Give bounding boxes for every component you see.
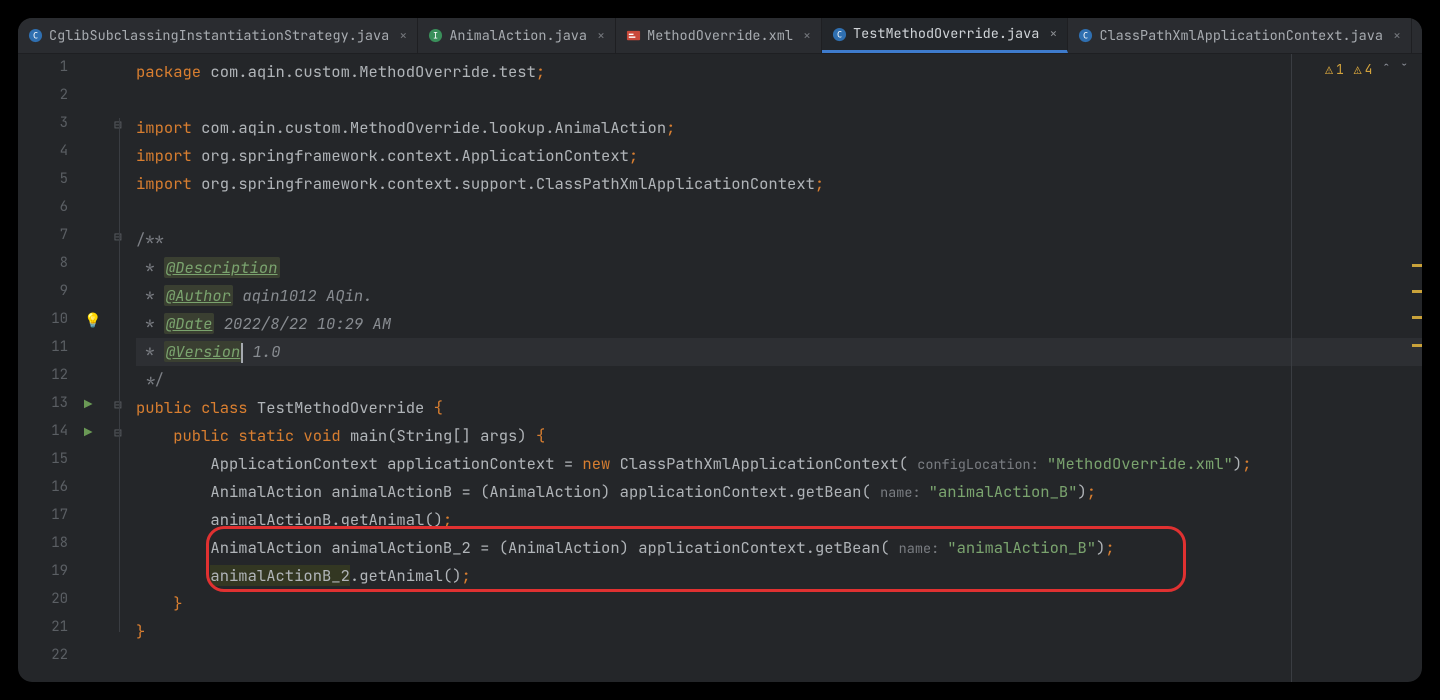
fold-handle-icon[interactable]: ⊟ [114,228,122,245]
line-number: 2 [18,86,68,114]
code-line: ApplicationContext applicationContext = … [136,450,1422,478]
line-number: 22 [18,646,68,674]
close-icon[interactable]: × [1393,27,1401,45]
prev-highlight-icon[interactable]: ˆ [1382,56,1390,84]
warning-marker[interactable] [1412,344,1422,347]
gutter-icon-column: 💡 ▶ ▶ [78,54,108,682]
code-line: animalActionB.getAnimal(); [136,506,1422,534]
tab-label: AnimalAction.java [449,27,587,45]
inspection-summary[interactable]: ⚠1 ⚠4 ˆ ˇ [1325,56,1408,84]
tab-bar: C CglibSubclassingInstantiationStrategy.… [18,18,1422,54]
fold-handle-icon[interactable]: ⊟ [114,116,122,133]
code-line: * @Date 2022/8/22 10:29 AM [136,310,1422,338]
run-icon[interactable]: ▶ [84,396,92,414]
xml-icon [626,28,641,43]
line-number: 14 [18,422,68,450]
next-highlight-icon[interactable]: ˇ [1400,56,1408,84]
interface-icon: I [428,28,443,43]
code-line: package com.aqin.custom.MethodOverride.t… [136,58,1422,86]
line-number: 7 [18,226,68,254]
tab-abstractb[interactable]: I AbstractB [1412,18,1422,53]
line-number: 5 [18,170,68,198]
code-line: * @Version 1.0 [136,338,1422,366]
line-number: 18 [18,534,68,562]
tab-cglib[interactable]: C CglibSubclassingInstantiationStrategy.… [18,18,418,53]
line-number: 13 [18,394,68,422]
line-number: 16 [18,478,68,506]
code-line: } [136,618,1422,646]
code-line: /** [136,226,1422,254]
class-icon: C [1078,28,1093,43]
tab-classpathxml[interactable]: C ClassPathXmlApplicationContext.java × [1068,18,1412,53]
warning-marker[interactable] [1412,290,1422,293]
code-area[interactable]: ⚠1 ⚠4 ˆ ˇ package com.aqin.custom.Method… [136,54,1422,682]
code-line: import org.springframework.context.suppo… [136,170,1422,198]
fold-column: ⊟ ⊟ ⊟ ⊟ [108,54,136,682]
svg-text:C: C [837,29,842,39]
warning-badge: ⚠1 [1325,56,1344,84]
fold-guide [119,118,120,632]
svg-text:I: I [433,30,438,40]
close-icon[interactable]: × [399,27,407,45]
line-number: 15 [18,450,68,478]
code-line: animalActionB_2.getAnimal(); [136,562,1422,590]
class-icon: C [28,28,43,43]
code-line: AnimalAction animalActionB = (AnimalActi… [136,478,1422,506]
close-icon[interactable]: × [1049,25,1057,43]
line-number: 3 [18,114,68,142]
warning-count: 4 [1365,56,1373,84]
warning-icon: ⚠ [1325,56,1333,84]
bulb-icon[interactable]: 💡 [84,312,101,330]
class-icon: C [832,27,847,42]
close-icon[interactable]: × [803,27,811,45]
code-line: * @Description [136,254,1422,282]
code-line [136,86,1422,114]
tab-testmethodoverride[interactable]: C TestMethodOverride.java × [822,18,1068,53]
line-number: 1 [18,58,68,86]
code-line: import org.springframework.context.Appli… [136,142,1422,170]
line-number: 12 [18,366,68,394]
line-number: 17 [18,506,68,534]
ide-window: C CglibSubclassingInstantiationStrategy.… [18,18,1422,682]
warning-badge: ⚠4 [1354,56,1373,84]
line-number: 8 [18,254,68,282]
warning-icon: ⚠ [1354,56,1362,84]
margin-guide [1291,54,1292,682]
code-line: AnimalAction animalActionB_2 = (AnimalAc… [136,534,1422,562]
warning-count: 1 [1336,56,1344,84]
tab-label: TestMethodOverride.java [853,25,1039,43]
tab-label: CglibSubclassingInstantiationStrategy.ja… [49,27,389,45]
marker-strip[interactable] [1408,54,1422,682]
tab-label: ClassPathXmlApplicationContext.java [1099,27,1383,45]
tab-label: MethodOverride.xml [647,27,793,45]
tab-methodoverride-xml[interactable]: MethodOverride.xml × [616,18,822,53]
line-number: 20 [18,590,68,618]
line-number: 10 [18,310,68,338]
code-line: * @Author aqin1012 AQin. [136,282,1422,310]
code-line: */ [136,366,1422,394]
line-number: 11 [18,338,68,366]
code-line: public static void main(String[] args) { [136,422,1422,450]
warning-marker[interactable] [1412,264,1422,267]
editor: 1 2 3 4 5 6 7 8 9 10 11 12 13 14 15 16 1… [18,54,1422,682]
line-number-gutter: 1 2 3 4 5 6 7 8 9 10 11 12 13 14 15 16 1… [18,54,78,682]
line-number: 4 [18,142,68,170]
line-number: 9 [18,282,68,310]
code-line: } [136,590,1422,618]
svg-text:C: C [1083,30,1088,40]
warning-marker[interactable] [1412,316,1422,319]
tab-animalaction[interactable]: I AnimalAction.java × [418,18,616,53]
code-line: import com.aqin.custom.MethodOverride.lo… [136,114,1422,142]
code-line [136,646,1422,674]
line-number: 21 [18,618,68,646]
code-line: public class TestMethodOverride { [136,394,1422,422]
fold-handle-icon[interactable]: ⊟ [114,424,122,441]
run-icon[interactable]: ▶ [84,424,92,442]
close-icon[interactable]: × [597,27,605,45]
code-line [136,198,1422,226]
line-number: 19 [18,562,68,590]
fold-handle-icon[interactable]: ⊟ [114,396,122,413]
line-number: 6 [18,198,68,226]
svg-text:C: C [33,30,38,40]
